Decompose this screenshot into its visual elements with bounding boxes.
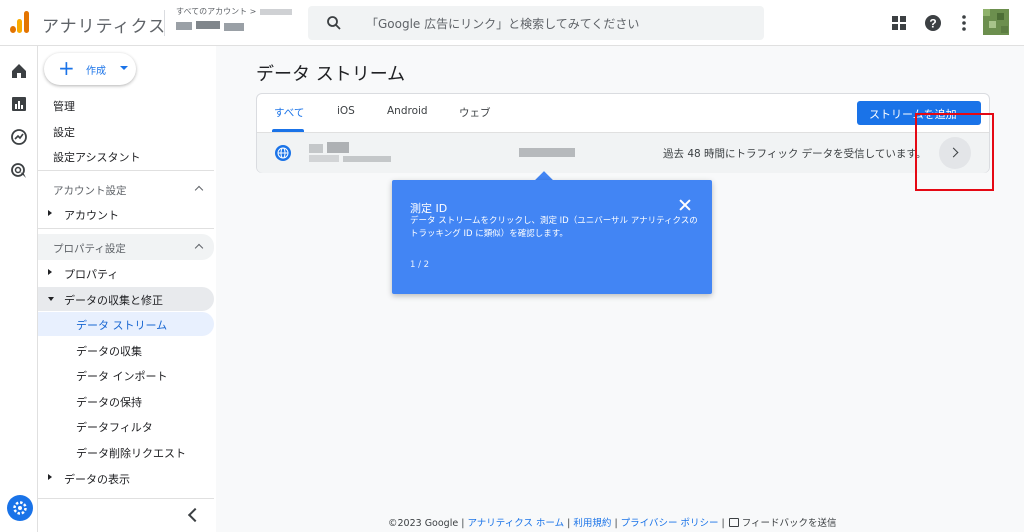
advertising-icon[interactable] [10,162,28,180]
left-rail [0,46,38,532]
tree-item-property[interactable]: プロパティ [38,261,214,285]
stream-name-redacted [309,142,393,164]
chevron-up-icon [194,243,204,253]
measurement-id-redacted [519,148,575,157]
tree-item-data-import[interactable]: データ インポート [38,363,214,387]
create-button[interactable]: + 作成 [44,53,136,85]
analytics-logo[interactable] [10,11,30,33]
globe-icon [275,145,291,161]
expand-arrow-icon [48,269,52,275]
divider [38,228,214,229]
popover-title: 測定 ID [410,202,448,215]
reports-icon[interactable] [10,95,28,113]
streams-card: すべて iOS Android ウェブ ストリームを追加 過去 48 時間にトラ… [256,93,990,173]
expand-arrow-icon [48,474,52,480]
popover-step: 1 / 2 [410,260,430,270]
admin-nav: + 作成 管理 設定 設定アシスタント アカウント設定 アカウント プロパティ設… [38,46,216,532]
tree-item-data-collection[interactable]: データの収集と修正 [38,287,214,311]
footer-link-terms[interactable]: 利用規約 [573,518,611,529]
account-name-redacted[interactable] [176,20,248,33]
tree-item-data-filters[interactable]: データフィルタ [38,414,214,438]
stream-status: 過去 48 時間にトラフィック データを受信しています。 [663,148,927,160]
tree-item-data-collection-settings[interactable]: データの収集 [38,338,214,362]
gear-icon [13,501,27,515]
tab-ios[interactable]: iOS [337,105,355,117]
expand-arrow-icon [48,210,52,216]
tree-item-data-retention[interactable]: データの保持 [38,389,214,413]
account-settings-section[interactable]: アカウント設定 [38,176,216,202]
tree-item-data-display[interactable]: データの表示 [38,466,214,490]
tab-all[interactable]: すべて [274,105,304,120]
help-icon[interactable]: ? [923,13,943,33]
search-placeholder: 「Google 広告にリンク」と検索してみてください [366,17,640,31]
dropdown-arrow-icon [120,66,128,70]
collapse-arrow-icon [48,297,54,301]
nav-setup-assistant[interactable]: 設定アシスタント [53,149,141,165]
property-settings-section[interactable]: プロパティ設定 [38,234,214,260]
nav-admin[interactable]: 管理 [53,98,75,114]
top-bar: アナリティクス すべてのアカウント > 「Google 広告にリンク」と検索して… [0,0,1024,46]
footer-link-privacy[interactable]: プライバシー ポリシー [621,518,719,529]
plus-icon: + [58,56,75,80]
tab-web[interactable]: ウェブ [459,105,491,120]
search-bar[interactable]: 「Google 広告にリンク」と検索してみてください [308,6,764,40]
footer: ©2023 Google | アナリティクス ホーム | 利用規約 | プライバ… [388,518,837,529]
search-icon [327,16,341,30]
divider [164,10,165,36]
home-icon[interactable] [10,62,28,80]
nav-settings[interactable]: 設定 [53,124,75,140]
divider [38,498,214,499]
divider [38,170,214,171]
avatar[interactable] [983,9,1009,35]
chevron-up-icon [194,185,204,195]
page-title: データ ストリーム [256,64,406,85]
annotation-highlight-box [915,113,994,191]
app-title[interactable]: アナリティクス [42,12,166,37]
tree-item-data-streams[interactable]: データ ストリーム [38,312,214,336]
close-icon[interactable] [679,199,691,211]
feedback-icon [728,518,739,527]
measurement-id-popover: 測定 ID データ ストリームをクリックし、測定 ID（ユニバーサル アナリティ… [392,180,712,294]
tab-android[interactable]: Android [387,105,428,117]
tree-item-data-deletion-requests[interactable]: データ削除リクエスト [38,440,214,464]
admin-settings-button[interactable] [7,495,33,521]
tree-item-account[interactable]: アカウント [38,202,214,226]
svg-text:?: ? [929,17,936,31]
popover-body: データ ストリームをクリックし、測定 ID（ユニバーサル アナリティクスのトラッ… [410,216,698,239]
stream-row[interactable]: 過去 48 時間にトラフィック データを受信しています。 [257,133,989,173]
collapse-nav-icon[interactable] [187,507,203,523]
more-vert-icon[interactable] [954,13,974,33]
footer-link-home[interactable]: アナリティクス ホーム [467,518,564,529]
account-breadcrumb[interactable]: すべてのアカウント > [176,6,293,17]
feedback-link[interactable]: フィードバックを送信 [742,518,837,529]
explore-icon[interactable] [10,128,28,146]
apps-grid-icon[interactable] [889,13,909,33]
